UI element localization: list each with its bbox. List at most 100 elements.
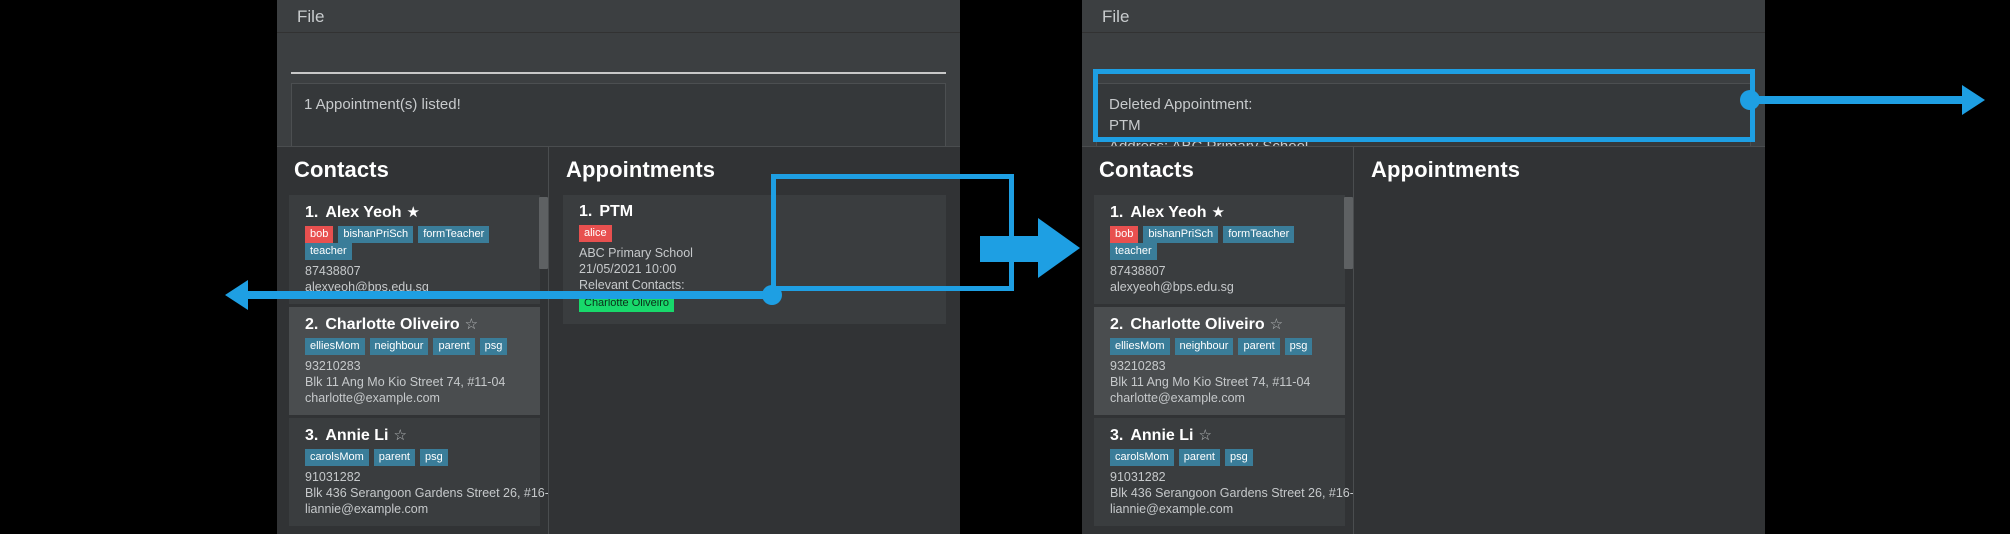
contact-card[interactable]: 3. Annie Li ☆ carolsMom parent psg 91031282 …: [1094, 418, 1354, 526]
appointment-name-row: 1. PTM: [579, 203, 934, 221]
favourite-star-icon[interactable]: ☆: [465, 316, 478, 333]
command-box-wrapper-right: [1082, 33, 1765, 74]
result-line: 1 Appointment(s) listed!: [304, 96, 461, 113]
contact-tags: elliesMom neighbour parent psg: [1110, 338, 1333, 355]
contact-name: Annie Li: [325, 427, 389, 444]
contact-address: Blk 11 Ang Mo Kio Street 74, #11-04: [1110, 375, 1311, 389]
menu-item-file[interactable]: File: [277, 0, 334, 33]
contact-tags: bob bishanPriSch formTeacher teacher: [1110, 226, 1333, 260]
tag-chip: bishanPriSch: [1143, 226, 1219, 243]
tag-chip: alice: [579, 225, 612, 242]
contact-index: 3.: [305, 427, 319, 444]
result-box-wrapper-left: 1 Appointment(s) listed!: [277, 74, 960, 151]
contact-email: charlotte@example.com: [305, 391, 440, 405]
contacts-panel-title: Contacts: [1099, 157, 1194, 182]
relevant-contacts-tags: Charlotte Oliveiro: [579, 295, 934, 312]
contacts-scrollbar-right[interactable]: [1344, 197, 1353, 534]
scrollbar-thumb[interactable]: [1344, 197, 1353, 269]
contact-name: Alex Yeoh: [1130, 204, 1207, 221]
contact-card[interactable]: 1. Alex Yeoh ★ bob bishanPriSch formTeacher t…: [1094, 195, 1345, 304]
tag-chip: parent: [1178, 449, 1220, 466]
contact-phone: 93210283: [305, 359, 361, 373]
appointments-list-right[interactable]: [1368, 195, 1751, 534]
contact-card[interactable]: 2. Charlotte Oliveiro ☆ elliesMom neighbour…: [289, 307, 540, 415]
scrollbar-thumb[interactable]: [539, 197, 548, 269]
contact-index: 1.: [305, 204, 319, 221]
menu-bar-left: File: [277, 0, 960, 33]
panes-left: Contacts 1. Alex Yeoh ★ bob bishanPriSch for…: [277, 146, 960, 534]
contact-tags: elliesMom neighbour parent psg: [305, 338, 528, 355]
command-input-right[interactable]: [1096, 41, 1751, 74]
menu-item-file[interactable]: File: [1082, 0, 1139, 33]
contact-index: 1.: [1110, 204, 1124, 221]
arrow-shaft: [980, 236, 1042, 262]
appointments-list-left[interactable]: 1. PTM alice ABC Primary School 21/05/202…: [563, 195, 946, 534]
relevant-contact-chip: Charlotte Oliveiro: [579, 295, 674, 312]
tag-chip: neighbour: [1174, 338, 1234, 355]
tag-chip: bob: [1110, 226, 1139, 243]
appointment-datetime: 21/05/2021 10:00: [579, 262, 677, 276]
contact-email: liannie@example.com: [305, 502, 429, 516]
contact-address: Blk 436 Serangoon Gardens Street 26, #16…: [305, 486, 549, 500]
tag-chip: formTeacher: [418, 226, 490, 243]
appointments-panel-title: Appointments: [1371, 157, 1521, 182]
contact-name-row: 1. Alex Yeoh ★: [1110, 203, 1333, 222]
tag-chip: psg: [479, 338, 508, 355]
contact-phone: 91031282: [305, 470, 361, 484]
contact-email: alexyeoh@bps.edu.sg: [1110, 280, 1234, 294]
tag-chip: bob: [305, 226, 334, 243]
contact-card[interactable]: 3. Annie Li ☆ carolsMom parent psg 91031282 …: [289, 418, 549, 526]
tag-chip: bishanPriSch: [338, 226, 414, 243]
result-display-right: Deleted Appointment: PTM Address: ABC Pr…: [1096, 83, 1751, 151]
tag-chip: psg: [1225, 449, 1253, 466]
contacts-list-left[interactable]: 1. Alex Yeoh ★ bob bishanPriSch formTeacher t…: [289, 195, 549, 534]
tag-chip: formTeacher: [1223, 226, 1295, 243]
contact-address: Blk 436 Serangoon Gardens Street 26, #16…: [1110, 486, 1354, 500]
appointment-index: 1.: [579, 203, 593, 220]
tag-chip: elliesMom: [305, 338, 365, 355]
contact-card[interactable]: 2. Charlotte Oliveiro ☆ elliesMom neighbour…: [1094, 307, 1345, 415]
favourite-star-icon[interactable]: ★: [1212, 204, 1225, 221]
tag-chip: teacher: [1110, 243, 1157, 260]
contact-name: Charlotte Oliveiro: [1130, 316, 1265, 333]
tag-chip: parent: [1238, 338, 1280, 355]
appointments-pane-right: Appointments: [1354, 146, 1765, 534]
contact-index: 3.: [1110, 427, 1124, 444]
callout-arrow-head-right-icon: [1962, 85, 1985, 115]
result-line: PTM: [1109, 117, 1141, 134]
command-box-wrapper-left: [277, 33, 960, 74]
favourite-star-icon[interactable]: ☆: [1270, 316, 1283, 333]
result-line: Deleted Appointment:: [1109, 96, 1253, 113]
contact-name: Annie Li: [1130, 427, 1194, 444]
command-input-left[interactable]: [291, 41, 946, 74]
contact-card[interactable]: 1. Alex Yeoh ★ bob bishanPriSch formTeacher t…: [289, 195, 540, 304]
app-window-after: File Deleted Appointment: PTM Address: A…: [1082, 0, 1765, 534]
appointment-address: ABC Primary School: [579, 246, 693, 260]
favourite-star-icon[interactable]: ☆: [393, 427, 406, 444]
contacts-panel-title: Contacts: [294, 157, 389, 182]
favourite-star-icon[interactable]: ☆: [1198, 427, 1211, 444]
contact-index: 2.: [1110, 316, 1124, 333]
appointment-tags: alice: [579, 225, 934, 242]
contact-email: liannie@example.com: [1110, 502, 1234, 516]
tag-chip: neighbour: [369, 338, 429, 355]
appointment-name: PTM: [599, 203, 634, 220]
contact-name-row: 2. Charlotte Oliveiro ☆: [305, 315, 528, 334]
contacts-list-right[interactable]: 1. Alex Yeoh ★ bob bishanPriSch formTeacher t…: [1094, 195, 1354, 534]
contact-name-row: 2. Charlotte Oliveiro ☆: [1110, 315, 1333, 334]
panes-right: Contacts 1. Alex Yeoh ★ bob bishanPriSch for…: [1082, 146, 1765, 534]
contact-name-row: 1. Alex Yeoh ★: [305, 203, 528, 222]
callout-line: [1750, 96, 1966, 104]
contacts-pane-left: Contacts 1. Alex Yeoh ★ bob bishanPriSch for…: [277, 146, 549, 534]
app-window-before: File 1 Appointment(s) listed! Contacts 1…: [277, 0, 960, 534]
appointment-card[interactable]: 1. PTM alice ABC Primary School 21/05/202…: [563, 195, 946, 324]
contact-index: 2.: [305, 316, 319, 333]
contact-phone: 93210283: [1110, 359, 1166, 373]
favourite-star-icon[interactable]: ★: [407, 204, 420, 221]
arrow-head: [1038, 218, 1080, 278]
contacts-scrollbar-left[interactable]: [539, 197, 548, 534]
appointments-pane-left: Appointments 1. PTM alice ABC Primary Sch…: [549, 146, 960, 534]
tag-chip: parent: [373, 449, 415, 466]
contact-tags: bob bishanPriSch formTeacher teacher: [305, 226, 528, 260]
contact-phone: 87438807: [1110, 264, 1166, 278]
